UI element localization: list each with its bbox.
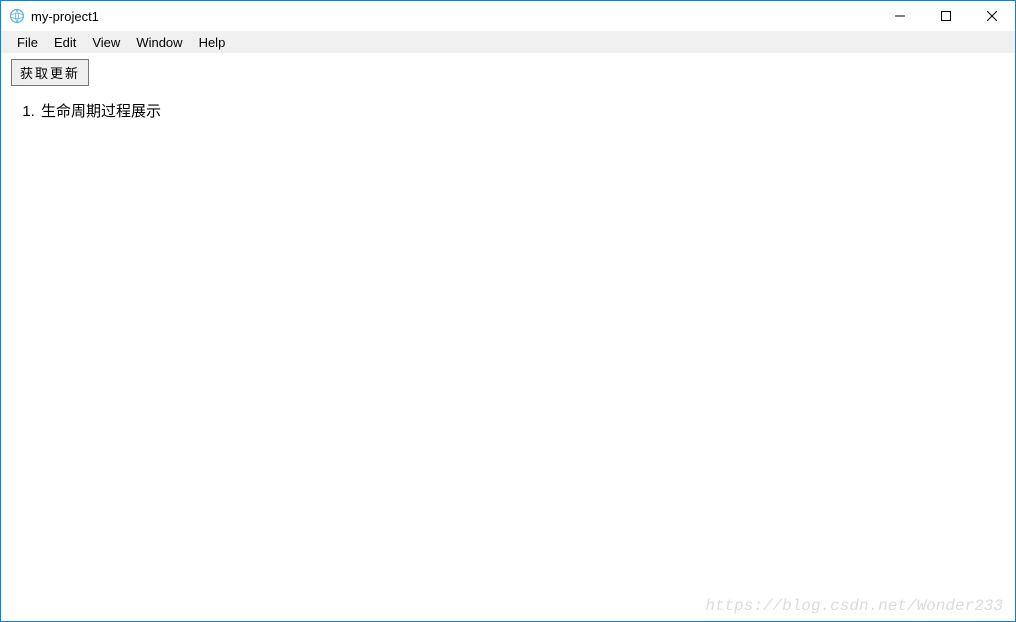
- get-update-button[interactable]: 获取更新: [11, 59, 89, 86]
- window-controls: [877, 1, 1015, 31]
- application-window: my-project1 File Edit View Window Help 获…: [0, 0, 1016, 622]
- watermark-text: https://blog.csdn.net/Wonder233: [705, 597, 1003, 615]
- maximize-button[interactable]: [923, 1, 969, 31]
- titlebar: my-project1: [1, 1, 1015, 31]
- app-icon: [9, 8, 25, 24]
- menu-view[interactable]: View: [84, 33, 128, 52]
- content-area: 获取更新 生命周期过程展示 https://blog.csdn.net/Wond…: [1, 53, 1015, 621]
- window-title: my-project1: [31, 9, 99, 24]
- list-item: 生命周期过程展示: [39, 100, 1005, 121]
- menu-window[interactable]: Window: [128, 33, 190, 52]
- menubar: File Edit View Window Help: [1, 31, 1015, 53]
- lifecycle-list: 生命周期过程展示: [39, 100, 1005, 121]
- titlebar-left: my-project1: [9, 8, 99, 24]
- close-button[interactable]: [969, 1, 1015, 31]
- menu-help[interactable]: Help: [191, 33, 234, 52]
- menu-file[interactable]: File: [9, 33, 46, 52]
- menu-edit[interactable]: Edit: [46, 33, 84, 52]
- minimize-button[interactable]: [877, 1, 923, 31]
